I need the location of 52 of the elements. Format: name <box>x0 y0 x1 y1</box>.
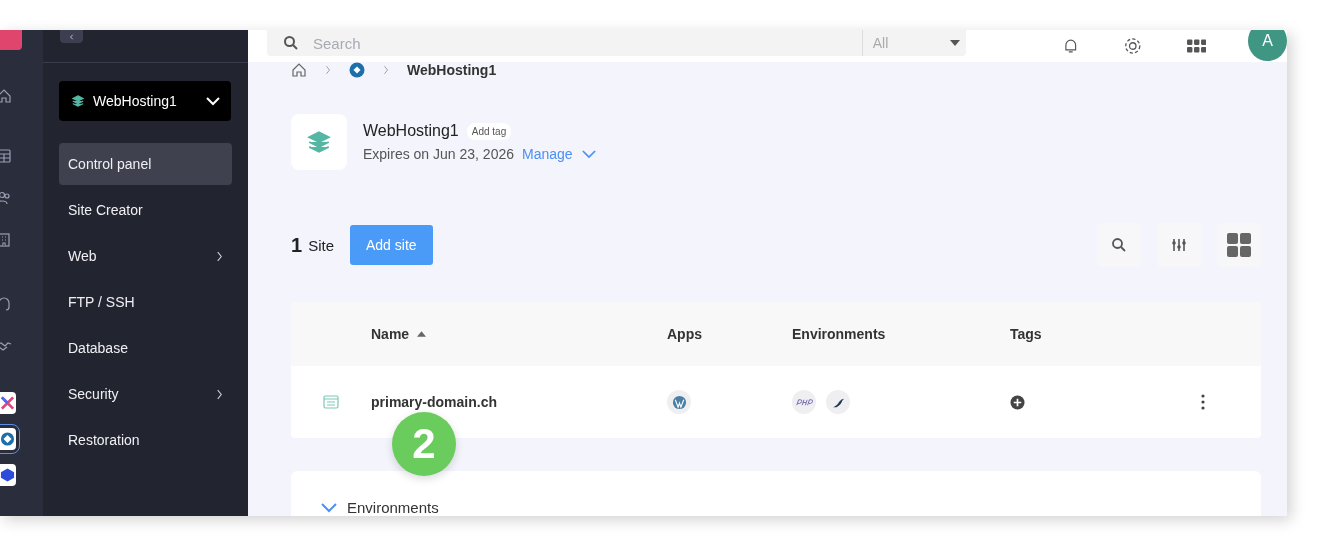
product-logo-icon[interactable] <box>349 62 365 78</box>
sidebar-item[interactable]: Database <box>59 327 232 369</box>
column-header[interactable]: Environments <box>792 326 1010 342</box>
more-options-icon[interactable] <box>1201 394 1205 410</box>
add-tag-icon[interactable] <box>1010 394 1025 410</box>
sidebar-item[interactable]: Web <box>59 235 232 277</box>
chevron-icon <box>383 65 389 75</box>
product-name: WebHosting1 <box>363 122 459 140</box>
breadcrumb-current: WebHosting1 <box>407 62 497 78</box>
settings-icon[interactable] <box>1123 36 1143 56</box>
product-switcher[interactable]: WebHosting1 <box>59 81 231 121</box>
add-tag-button[interactable]: Add tag <box>466 122 512 140</box>
sidebar-item[interactable]: FTP / SSH <box>59 281 232 323</box>
expiry-date: Expires on Jun 23, 2026 <box>363 146 514 162</box>
site-count: 1 <box>291 233 303 257</box>
search-icon <box>283 35 299 51</box>
sidebar-item[interactable]: Security <box>59 373 232 415</box>
wordpress-icon <box>667 390 691 414</box>
search-button[interactable] <box>1097 223 1141 267</box>
column-header[interactable]: Apps <box>667 326 792 342</box>
sidebar-item[interactable]: Site Creator <box>59 189 232 231</box>
search-icon <box>1111 237 1127 253</box>
hosting-logo-icon <box>291 114 347 170</box>
users-icon[interactable] <box>0 190 12 206</box>
caret-icon <box>949 40 960 46</box>
sliders-icon <box>1171 237 1187 253</box>
column-header[interactable]: Name <box>371 326 667 342</box>
section-title: Environments <box>347 499 439 516</box>
column-header[interactable]: Tags <box>1010 326 1201 342</box>
site-name[interactable]: primary-domain.ch <box>371 394 498 410</box>
grid-view-button[interactable] <box>1217 223 1261 267</box>
grid-icon <box>1227 233 1251 257</box>
app-tile-icon[interactable] <box>0 464 16 486</box>
home-icon[interactable] <box>0 88 12 104</box>
app-tile-icon[interactable] <box>0 392 16 414</box>
home-icon[interactable] <box>291 62 307 78</box>
php-icon <box>792 390 816 414</box>
chevron-icon <box>68 33 75 40</box>
user-avatar[interactable]: A <box>1248 30 1287 61</box>
grid-icon[interactable] <box>0 148 12 164</box>
sidebar-item[interactable]: Control panel <box>59 143 232 185</box>
site-icon <box>323 394 339 410</box>
caret-icon <box>581 149 596 159</box>
filter-button[interactable] <box>1157 223 1201 267</box>
building-icon[interactable] <box>0 232 12 248</box>
apps-grid-icon[interactable] <box>1186 39 1207 53</box>
layers-icon <box>71 94 85 108</box>
chevron-icon[interactable] <box>321 502 337 513</box>
sidebar-item[interactable]: Restoration <box>59 419 232 461</box>
chevron-icon <box>325 65 331 75</box>
collapse-button[interactable] <box>60 30 83 43</box>
site-count-label: Site <box>308 236 334 254</box>
